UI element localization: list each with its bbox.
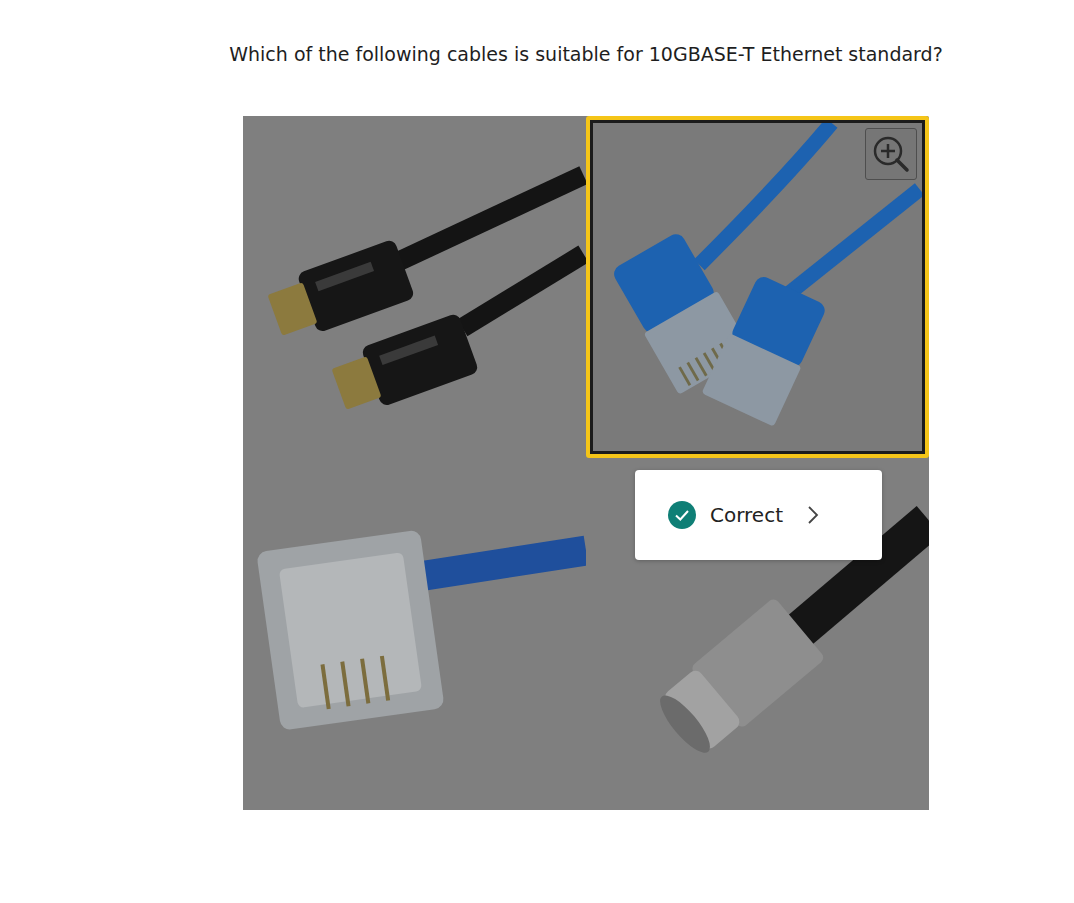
chevron-right-icon [807, 505, 819, 525]
quiz-page: Which of the following cables is suitabl… [0, 0, 1074, 903]
option-picture [243, 116, 586, 458]
feedback-label: Correct [710, 503, 783, 527]
image-option[interactable] [243, 458, 586, 810]
image-option[interactable] [243, 116, 586, 458]
feedback-popup[interactable]: Correct [635, 470, 882, 560]
option-picture [243, 458, 586, 810]
quiz-column: Which of the following cables is suitabl… [0, 0, 1074, 810]
zoom-in-icon [866, 129, 916, 179]
image-option[interactable] [586, 116, 929, 458]
rj11-cable-icon [243, 458, 586, 810]
zoom-button[interactable] [865, 128, 917, 180]
check-circle-icon [668, 501, 696, 529]
image-options-panel: Correct [243, 116, 929, 810]
hdmi-cable-icon [243, 116, 586, 458]
question-text: Which of the following cables is suitabl… [229, 40, 942, 68]
